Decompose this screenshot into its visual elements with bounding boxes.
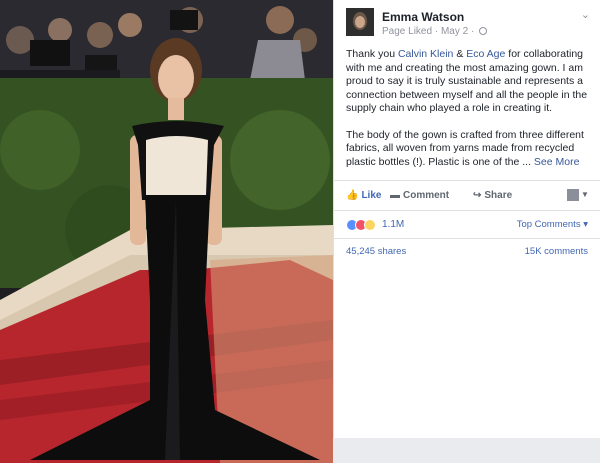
post-panel: Emma Watson Page Liked · May 2 · ⌄ Thank… xyxy=(333,0,600,463)
post-header: Emma Watson Page Liked · May 2 · ⌄ xyxy=(346,8,594,42)
post-card: Emma Watson Page Liked · May 2 · ⌄ Thank… xyxy=(333,0,600,438)
divider xyxy=(334,238,600,239)
viewer-avatar xyxy=(567,189,579,201)
post-paragraph-1: Thank you Calvin Klein & Eco Age for col… xyxy=(346,48,590,116)
shares-count[interactable]: 45,245 shares xyxy=(346,246,406,257)
chevron-down-icon[interactable]: ⌄ xyxy=(581,8,590,21)
avatar-image xyxy=(346,8,374,36)
thumbs-up-icon: 👍 xyxy=(346,190,359,201)
comment-button[interactable]: ▬ Comment xyxy=(390,190,449,201)
red-carpet-photo xyxy=(0,0,333,463)
divider xyxy=(334,180,600,181)
meta-separator: · xyxy=(470,26,478,37)
page-status: Page Liked xyxy=(382,26,433,37)
divider xyxy=(334,210,600,211)
post-body: Thank you Calvin Klein & Eco Age for col… xyxy=(346,48,590,182)
text: Thank you xyxy=(346,48,398,60)
text: & xyxy=(453,48,467,60)
post-as-selector[interactable]: ▼ xyxy=(567,189,589,203)
comments-count[interactable]: 15K comments xyxy=(525,246,588,257)
post-paragraph-2: The body of the gown is crafted from thr… xyxy=(346,129,590,170)
share-button[interactable]: ↪ Share xyxy=(473,190,512,201)
facebook-theater-view: Emma Watson Page Liked · May 2 · ⌄ Thank… xyxy=(0,0,600,463)
top-comments-label: Top Comments xyxy=(516,219,581,230)
share-label: Share xyxy=(484,190,513,201)
caret-down-icon: ▾ xyxy=(583,219,588,230)
post-actions: 👍 Like ▬ Comment ↪ Share ▼ xyxy=(334,184,600,208)
speech-bubble-icon: ▬ xyxy=(390,190,400,201)
author-name[interactable]: Emma Watson xyxy=(382,10,464,24)
top-comments-dropdown[interactable]: Top Comments ▾ xyxy=(517,219,588,230)
author-avatar[interactable] xyxy=(346,8,374,36)
post-meta: Page Liked · May 2 · xyxy=(382,26,488,37)
caret-down-icon: ▼ xyxy=(581,190,589,199)
wow-reaction-icon xyxy=(364,219,376,231)
post-date[interactable]: May 2 xyxy=(441,26,468,37)
comment-label: Comment xyxy=(403,190,450,201)
share-arrow-icon: ↪ xyxy=(473,190,482,201)
tag-calvin-klein[interactable]: Calvin Klein xyxy=(398,48,453,60)
like-button[interactable]: 👍 Like xyxy=(346,190,381,201)
like-label: Like xyxy=(361,190,382,201)
reactions-count[interactable]: 1.1M xyxy=(382,219,404,230)
tag-eco-age[interactable]: Eco Age xyxy=(466,48,505,60)
see-more-link[interactable]: See More xyxy=(534,156,580,168)
globe-icon xyxy=(479,27,488,35)
post-photo[interactable] xyxy=(0,0,333,463)
